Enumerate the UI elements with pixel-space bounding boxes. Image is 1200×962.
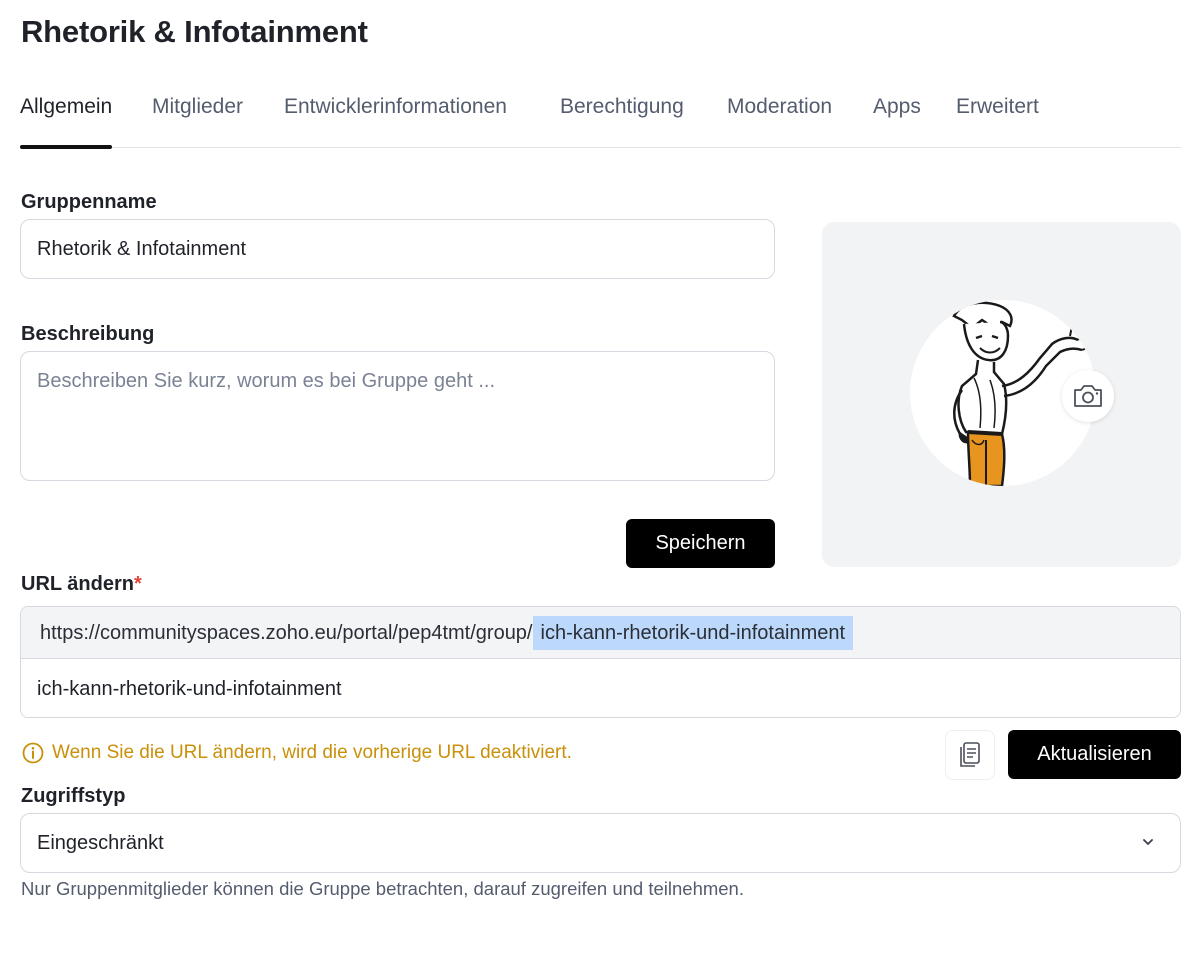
url-warning-text: Wenn Sie die URL ändern, wird die vorher… — [52, 742, 572, 763]
access-type-select[interactable]: Eingeschränkt — [20, 813, 1181, 873]
tab-allgemein[interactable]: Allgemein — [20, 90, 113, 149]
url-field: https://communityspaces.zoho.eu/portal/p… — [20, 606, 1181, 718]
camera-icon — [1074, 385, 1102, 407]
url-slug-input[interactable] — [21, 659, 1180, 717]
tab-berechtigung[interactable]: Berechtigung — [560, 90, 684, 148]
tab-erweitert[interactable]: Erweitert — [956, 90, 1039, 148]
url-label-text: URL ändern — [21, 573, 134, 595]
copy-icon — [960, 742, 980, 767]
copy-url-button[interactable] — [945, 730, 995, 780]
access-type-label: Zugriffstyp — [21, 785, 126, 807]
url-warning: Wenn Sie die URL ändern, wird die vorher… — [22, 742, 572, 764]
url-slug-highlight: ich-kann-rhetorik-und-infotainment — [532, 616, 854, 650]
tab-moderation[interactable]: Moderation — [727, 90, 832, 148]
avatar-panel — [822, 222, 1181, 567]
save-button[interactable]: Speichern — [626, 519, 775, 568]
page-title: Rhetorik & Infotainment — [21, 14, 368, 49]
url-label: URL ändern* — [21, 573, 142, 596]
url-preview: https://communityspaces.zoho.eu/portal/p… — [21, 607, 1180, 659]
tab-apps[interactable]: Apps — [873, 90, 921, 148]
tab-mitglieder[interactable]: Mitglieder — [152, 90, 243, 148]
access-type-value: Eingeschränkt — [37, 832, 164, 854]
required-mark: * — [133, 573, 142, 595]
update-url-button[interactable]: Aktualisieren — [1008, 730, 1181, 779]
change-avatar-button[interactable] — [1062, 370, 1114, 422]
access-type-helper: Nur Gruppenmitglieder können die Gruppe … — [21, 878, 744, 899]
description-label: Beschreibung — [21, 323, 155, 345]
info-icon — [22, 742, 44, 764]
tab-entwicklerinformationen[interactable]: Entwicklerinformationen — [284, 90, 507, 148]
url-prefix: https://communityspaces.zoho.eu/portal/p… — [40, 622, 533, 644]
tab-bar: Allgemein Mitglieder Entwicklerinformati… — [20, 90, 1181, 149]
group-name-input[interactable] — [20, 219, 775, 279]
group-name-label: Gruppenname — [21, 191, 157, 213]
description-textarea[interactable] — [20, 351, 775, 481]
chevron-down-icon — [1143, 839, 1153, 845]
